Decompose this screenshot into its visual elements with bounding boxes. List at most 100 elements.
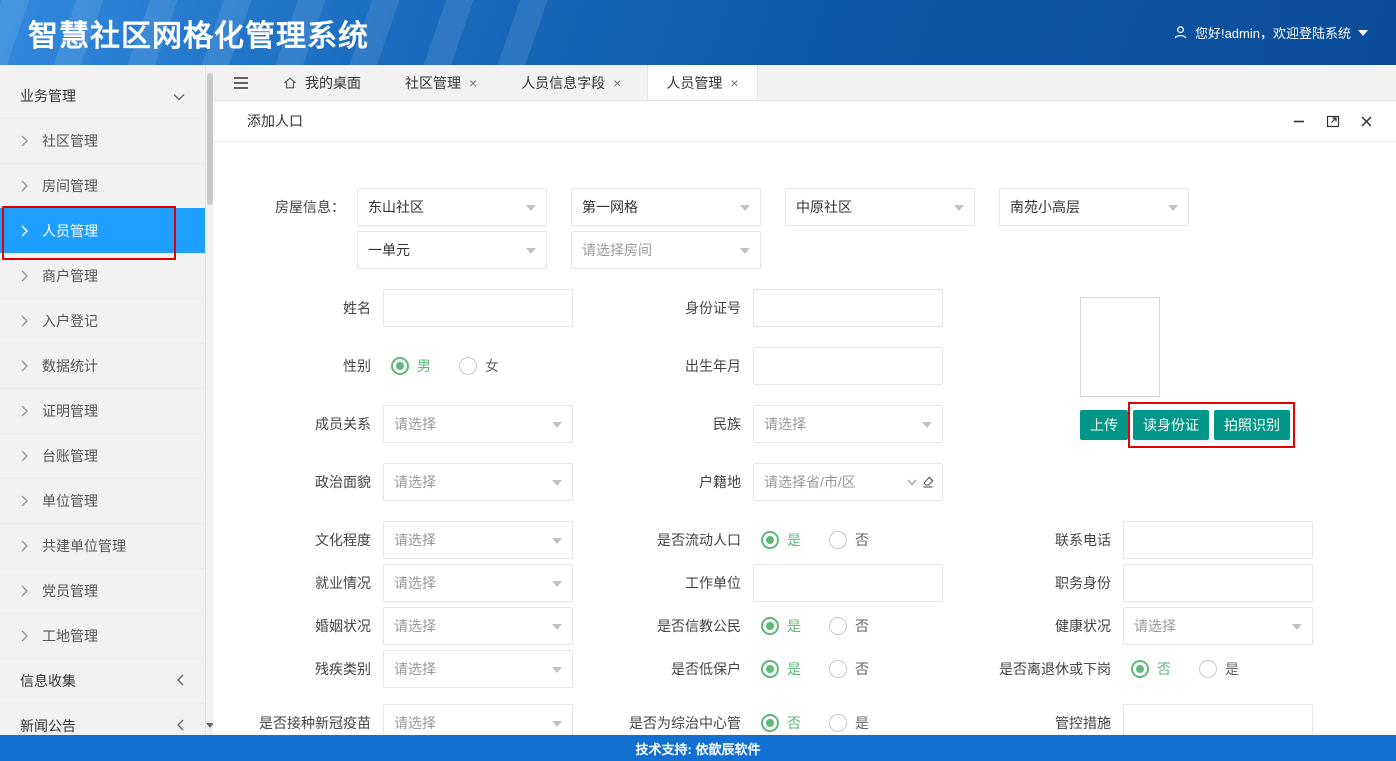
duty-label: 职务身份	[943, 573, 1123, 593]
retire-no-radio[interactable]: 否	[1131, 659, 1171, 679]
sub-community-select[interactable]: 中原社区	[785, 188, 975, 226]
sidebar-item-joint-unit[interactable]: 共建单位管理	[0, 523, 205, 568]
employment-select[interactable]: 请选择	[383, 564, 573, 602]
religion-label: 是否信教公民	[573, 616, 753, 636]
tab-community-mgmt[interactable]: 社区管理 ×	[387, 65, 495, 100]
lowincome-no-radio[interactable]: 否	[829, 659, 869, 679]
radio-checked-icon	[761, 617, 779, 635]
name-label: 姓名	[233, 298, 383, 318]
sidebar-item-party-member[interactable]: 党员管理	[0, 568, 205, 613]
gender-female-radio[interactable]: 女	[459, 356, 499, 376]
retire-label: 是否离退休或下岗	[943, 659, 1123, 679]
education-select[interactable]: 请选择	[383, 521, 573, 559]
sidebar-item-household-register[interactable]: 入户登记	[0, 298, 205, 343]
radio-unchecked-icon	[1199, 660, 1217, 678]
sidebar-item-ledger[interactable]: 台账管理	[0, 433, 205, 478]
relation-select[interactable]: 请选择	[383, 405, 573, 443]
close-tab-icon[interactable]: ×	[469, 76, 477, 90]
sidebar-item-certificate[interactable]: 证明管理	[0, 388, 205, 433]
religion-yes-radio[interactable]: 是	[761, 616, 801, 636]
tab-person-mgmt[interactable]: 人员管理 ×	[647, 65, 757, 100]
politics-select[interactable]: 请选择	[383, 463, 573, 501]
scroll-down-arrow-icon[interactable]	[206, 723, 213, 732]
radio-unchecked-icon	[459, 357, 477, 375]
chevron-down-icon	[552, 721, 562, 727]
floating-no-radio[interactable]: 否	[829, 530, 869, 550]
chevron-right-icon	[20, 585, 28, 597]
retire-yes-radio[interactable]: 是	[1199, 659, 1239, 679]
zongzhi-yes-radio[interactable]: 是	[829, 713, 869, 733]
idcard-input[interactable]	[753, 289, 943, 327]
name-input[interactable]	[383, 289, 573, 327]
clear-eraser-icon[interactable]	[921, 475, 935, 489]
chevron-right-icon	[20, 270, 28, 282]
vaccine-select[interactable]: 请选择	[383, 704, 573, 735]
community-select[interactable]: 东山社区	[357, 188, 547, 226]
support-text: 技术支持: 依歆辰软件	[636, 739, 761, 758]
chevron-right-icon	[20, 405, 28, 417]
close-tab-icon[interactable]: ×	[730, 76, 738, 90]
retire-radio-group: 否 是	[1123, 659, 1313, 679]
marriage-select[interactable]: 请选择	[383, 607, 573, 645]
grid-select[interactable]: 第一网格	[571, 188, 761, 226]
minimize-icon[interactable]	[1291, 113, 1307, 129]
gender-label: 性别	[233, 356, 383, 376]
sidebar-item-merchant[interactable]: 商户管理	[0, 253, 205, 298]
sidebar-item-person[interactable]: 人员管理	[0, 208, 205, 253]
sidebar-item-data-stats[interactable]: 数据统计	[0, 343, 205, 388]
ethnic-select[interactable]: 请选择	[753, 405, 943, 443]
employment-label: 就业情况	[233, 573, 383, 593]
disability-select[interactable]: 请选择	[383, 650, 573, 688]
duty-input[interactable]	[1123, 564, 1313, 602]
workunit-input[interactable]	[753, 564, 943, 602]
chevron-down-icon	[552, 538, 562, 544]
radio-checked-icon	[1131, 660, 1149, 678]
radio-unchecked-icon	[829, 617, 847, 635]
close-tab-icon[interactable]: ×	[613, 76, 621, 90]
sidebar-item-community[interactable]: 社区管理	[0, 118, 205, 163]
room-select[interactable]: 请选择房间	[571, 231, 761, 269]
user-menu[interactable]: 您好!admin，欢迎登陆系统	[1173, 23, 1396, 42]
health-select[interactable]: 请选择	[1123, 607, 1313, 645]
floating-yes-radio[interactable]: 是	[761, 530, 801, 550]
sidebar-scrollbar[interactable]	[205, 65, 213, 735]
unit-select[interactable]: 一单元	[357, 231, 547, 269]
chevron-down-icon	[552, 422, 562, 428]
close-icon[interactable]	[1359, 114, 1374, 129]
birth-input[interactable]	[753, 347, 943, 385]
chevron-down-icon	[954, 205, 964, 211]
tab-person-info-fields[interactable]: 人员信息字段 ×	[503, 65, 639, 100]
measures-input[interactable]	[1123, 704, 1313, 735]
chevron-right-icon	[20, 540, 28, 552]
sidebar-item-room[interactable]: 房间管理	[0, 163, 205, 208]
lowincome-yes-radio[interactable]: 是	[761, 659, 801, 679]
photo-placeholder[interactable]	[1080, 297, 1160, 397]
measures-label: 管控措施	[943, 713, 1123, 733]
tab-my-desktop[interactable]: 我的桌面	[265, 65, 379, 100]
sidebar-group-business[interactable]: 业务管理	[0, 73, 205, 118]
capture-recognize-button[interactable]: 拍照识别	[1214, 410, 1290, 440]
radio-unchecked-icon	[829, 714, 847, 732]
upload-button[interactable]: 上传	[1080, 410, 1128, 440]
religion-no-radio[interactable]: 否	[829, 616, 869, 636]
zongzhi-no-radio[interactable]: 否	[761, 713, 801, 733]
sidebar-item-worksite[interactable]: 工地管理	[0, 613, 205, 658]
collapse-sidebar-icon[interactable]	[225, 65, 257, 100]
gender-male-radio[interactable]: 男	[391, 356, 431, 376]
sidebar-item-unit[interactable]: 单位管理	[0, 478, 205, 523]
sidebar-group-news[interactable]: 新闻公告	[0, 703, 205, 735]
census-select[interactable]: 请选择省/市/区	[753, 463, 943, 501]
religion-radio-group: 是 否	[753, 616, 943, 636]
phone-input[interactable]	[1123, 521, 1313, 559]
sidebar-group-info-collect[interactable]: 信息收集	[0, 658, 205, 703]
read-idcard-button[interactable]: 读身份证	[1133, 410, 1209, 440]
chevron-right-icon	[20, 360, 28, 372]
app-window: 智慧社区网格化管理系统 您好!admin，欢迎登陆系统 业务管理 社区管理 房间…	[0, 0, 1396, 761]
chevron-down-icon	[526, 205, 536, 211]
chevron-right-icon	[20, 630, 28, 642]
building-select[interactable]: 南苑小高层	[999, 188, 1189, 226]
maximize-icon[interactable]	[1325, 113, 1341, 129]
vaccine-label: 是否接种新冠疫苗	[233, 713, 383, 733]
chevron-down-icon	[526, 248, 536, 254]
panel-title: 添加人口	[247, 111, 303, 131]
